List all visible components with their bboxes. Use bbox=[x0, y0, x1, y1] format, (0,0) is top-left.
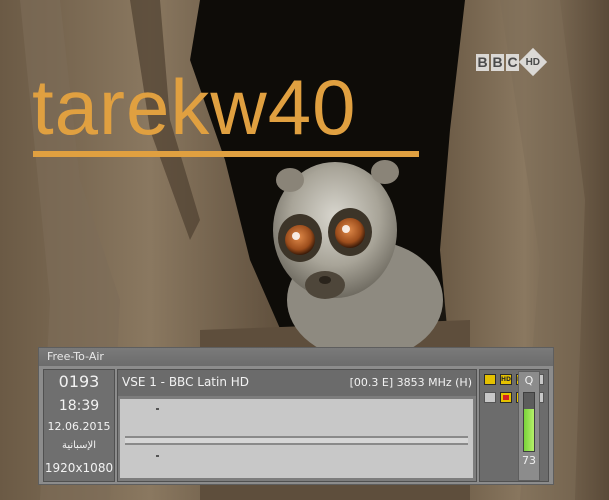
broadcaster-letter: C bbox=[506, 53, 519, 71]
ca-status-tab: Free-To-Air bbox=[39, 348, 553, 366]
channel-title-row: VSE 1 - BBC Latin HD [00.3 E] 3853 MHz (… bbox=[118, 370, 476, 396]
current-time: 18:39 bbox=[58, 398, 100, 414]
tv-icon bbox=[484, 374, 496, 385]
watermark-text: tarekw40 bbox=[32, 63, 357, 151]
broadcaster-logo: B B C HD bbox=[476, 47, 548, 77]
watermark-underline bbox=[33, 151, 419, 157]
teletext-icon bbox=[484, 392, 496, 403]
signal-quality-fill bbox=[524, 408, 534, 451]
ca-status-label: Free-To-Air bbox=[47, 350, 104, 363]
video-resolution: 1920x1080 bbox=[44, 461, 114, 475]
hd-icon: HD bbox=[500, 374, 512, 385]
hd-logo-badge: HD bbox=[518, 47, 548, 77]
signal-quality-value: 73 bbox=[522, 454, 536, 467]
event-progress-bar bbox=[125, 436, 468, 445]
next-event-marker bbox=[156, 455, 159, 457]
program-panel: VSE 1 - BBC Latin HD [00.3 E] 3853 MHz (… bbox=[117, 369, 477, 482]
audio-language: الإسبانية bbox=[61, 440, 97, 451]
current-date: 12.06.2015 bbox=[47, 420, 111, 433]
epg-info-box bbox=[120, 399, 473, 478]
hd-logo-text: HD bbox=[525, 56, 541, 68]
channel-name: VSE 1 - BBC Latin HD bbox=[122, 375, 250, 389]
signal-quality-track bbox=[523, 392, 535, 452]
broadcaster-letter: B bbox=[491, 53, 504, 71]
signal-quality-label: Q bbox=[524, 374, 534, 387]
channel-details-panel: 0193 18:39 12.06.2015 الإسبانية 1920x108… bbox=[43, 369, 115, 482]
channel-info-bar[interactable]: Free-To-Air 0193 18:39 12.06.2015 الإسبا… bbox=[38, 347, 554, 485]
scrambled-icon bbox=[500, 392, 512, 403]
current-event-marker bbox=[156, 408, 159, 410]
transponder-frequency: [00.3 E] 3853 MHz (H) bbox=[349, 376, 472, 389]
broadcaster-letter: B bbox=[476, 53, 489, 71]
signal-quality-meter: Q 73 bbox=[518, 371, 540, 481]
channel-number: 0193 bbox=[58, 372, 100, 391]
